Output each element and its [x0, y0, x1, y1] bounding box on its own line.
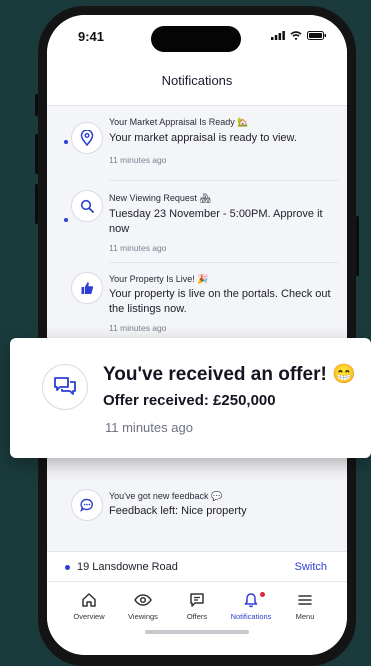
notification-badge	[260, 592, 265, 597]
unread-dot	[64, 218, 68, 222]
notification-body: Tuesday 23 November - 5:00PM. Approve it…	[109, 208, 323, 235]
chat-bubble-icon	[71, 489, 103, 521]
phone-side-button	[35, 134, 38, 174]
property-selector-bar: 19 Lansdowne Road Switch	[47, 551, 347, 582]
tab-label: Viewings	[128, 612, 158, 621]
search-icon	[71, 190, 103, 222]
notification-time: 11 minutes ago	[109, 323, 167, 333]
notification-title: Your Property Is Live! 🎉	[109, 274, 209, 284]
switch-property-button[interactable]: Switch	[295, 561, 327, 573]
notification-title: Your Market Appraisal Is Ready 🏡	[109, 117, 249, 127]
notification-title: You've got new feedback 💬	[109, 491, 223, 501]
phone-screen: 9:41 Notifications Your Market Appraisal…	[47, 15, 347, 655]
notification-body: Your property is live on the portals. Ch…	[109, 288, 331, 315]
eye-icon	[134, 594, 152, 606]
unread-dot	[64, 140, 68, 144]
notification-title: New Viewing Request 🏘	[109, 193, 211, 203]
cellular-signal-icon	[271, 31, 285, 40]
chat-bubbles-icon	[42, 364, 88, 410]
notification-time: 11 minutes ago	[109, 155, 167, 165]
tab-notifications[interactable]: Notifications	[223, 592, 279, 621]
phone-side-button	[35, 94, 38, 116]
offer-time: 11 minutes ago	[105, 420, 193, 435]
thumbs-up-icon	[71, 272, 103, 304]
status-bar: 9:41	[47, 15, 347, 59]
notification-item[interactable]: Your Market Appraisal Is Ready 🏡 Your ma…	[47, 106, 347, 178]
tab-label: Menu	[295, 612, 315, 621]
notification-item[interactable]: Your Property Is Live! 🎉 Your property i…	[47, 263, 347, 341]
offer-title: You've received an offer! 😁	[103, 364, 356, 385]
home-icon	[82, 593, 96, 607]
phone-side-button	[356, 216, 359, 276]
tab-label: Overview	[73, 612, 105, 621]
location-pin-icon	[71, 122, 103, 154]
dynamic-island	[151, 26, 241, 52]
tab-overview[interactable]: Overview	[61, 592, 117, 621]
notification-item[interactable]: New Viewing Request 🏘 Tuesday 23 Novembe…	[47, 181, 347, 261]
property-address: 19 Lansdowne Road	[77, 561, 178, 573]
tab-menu[interactable]: Menu	[277, 592, 333, 621]
notification-item[interactable]: You've got new feedback 💬 Feedback left:…	[47, 471, 347, 537]
offer-amount: Offer received: £250,000	[103, 392, 276, 409]
menu-icon	[298, 595, 312, 605]
notification-time: 11 minutes ago	[109, 243, 167, 253]
offer-chat-icon	[190, 593, 204, 607]
status-time: 9:41	[78, 29, 105, 44]
battery-icon	[307, 31, 326, 40]
page-title: Notifications	[161, 73, 233, 88]
tab-offers[interactable]: Offers	[169, 592, 225, 621]
phone-side-button	[35, 184, 38, 224]
home-indicator	[145, 630, 249, 634]
tab-label: Notifications	[230, 612, 272, 621]
status-icons	[271, 31, 327, 40]
tab-label: Offers	[186, 612, 208, 621]
tab-viewings[interactable]: Viewings	[115, 592, 171, 621]
bottom-tab-bar: Overview Viewings Offers Notifications M…	[47, 581, 347, 655]
offer-notification-card[interactable]: You've received an offer! 😁 Offer receiv…	[10, 338, 371, 458]
page-header: Notifications	[47, 59, 347, 106]
wifi-icon	[290, 31, 302, 40]
property-dot	[65, 565, 70, 570]
notification-body: Your market appraisal is ready to view.	[109, 132, 297, 144]
bell-icon	[244, 593, 258, 608]
notification-body: Feedback left: Nice property	[109, 505, 247, 517]
